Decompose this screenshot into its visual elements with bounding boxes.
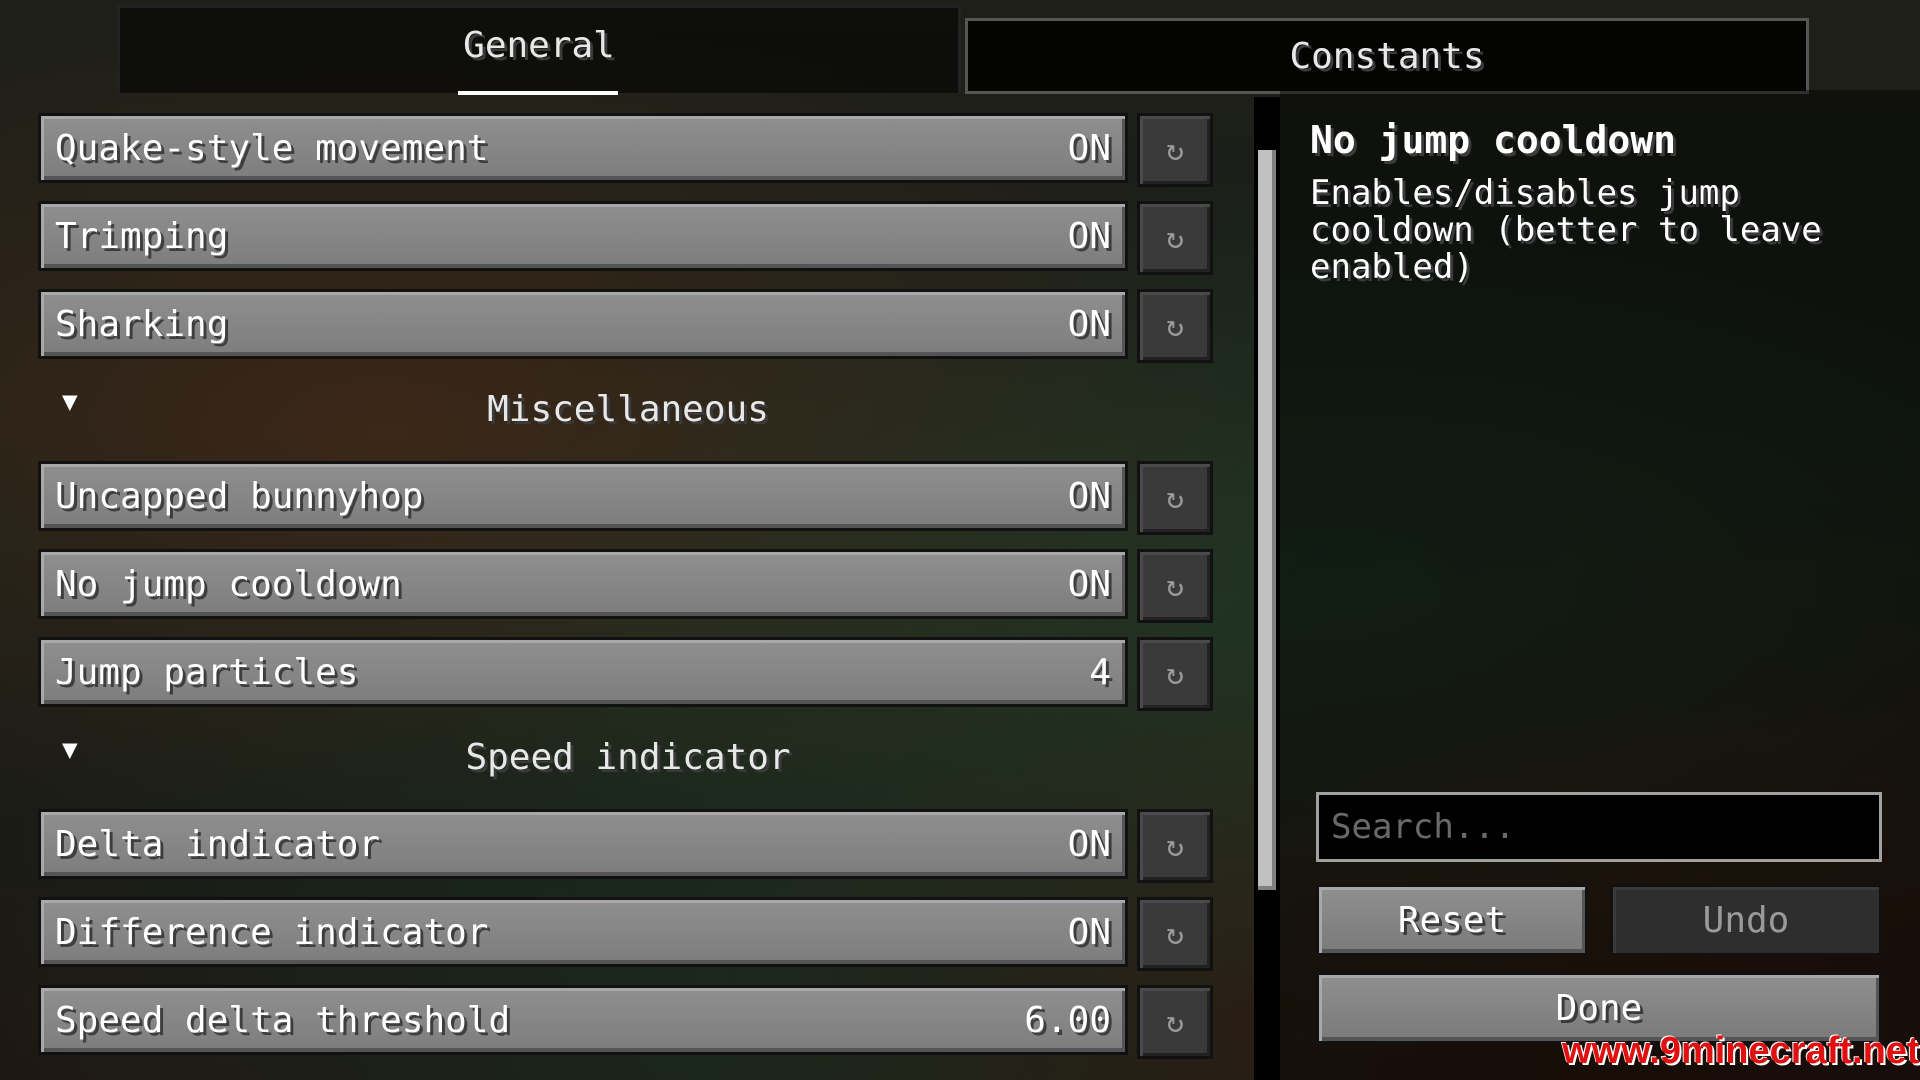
reset-icon[interactable]: ↻ bbox=[1137, 201, 1213, 275]
option-row: Difference indicator ON ↻ bbox=[38, 897, 1218, 971]
option-button[interactable]: Sharking ON bbox=[38, 289, 1128, 359]
option-label: Speed delta threshold bbox=[55, 1000, 511, 1041]
option-label: Trimping bbox=[55, 216, 229, 257]
description-title: No jump cooldown bbox=[1310, 118, 1677, 162]
option-value: 6.00 bbox=[1024, 1000, 1111, 1041]
option-value: ON bbox=[1067, 128, 1111, 169]
option-label: Uncapped bunnyhop bbox=[55, 476, 424, 517]
tab-general[interactable]: General bbox=[117, 5, 961, 95]
option-value: 4 bbox=[1089, 652, 1111, 693]
option-row: Sharking ON ↻ bbox=[38, 289, 1218, 363]
option-row: No jump cooldown ON ↻ bbox=[38, 549, 1218, 623]
option-label: Sharking bbox=[55, 304, 229, 345]
option-row: Uncapped bunnyhop ON ↻ bbox=[38, 461, 1218, 535]
option-row: Trimping ON ↻ bbox=[38, 201, 1218, 275]
reset-icon[interactable]: ↻ bbox=[1137, 113, 1213, 187]
category-header-speed-indicator[interactable]: ▼ Speed indicator bbox=[38, 731, 1218, 791]
option-button[interactable]: Uncapped bunnyhop ON bbox=[38, 461, 1128, 531]
option-row: Delta indicator ON ↻ bbox=[38, 809, 1218, 883]
tab-constants-label: Constants bbox=[1289, 35, 1485, 77]
option-value: ON bbox=[1067, 912, 1111, 953]
reset-icon[interactable]: ↻ bbox=[1137, 637, 1213, 711]
reset-icon[interactable]: ↻ bbox=[1137, 549, 1213, 623]
option-label: Delta indicator bbox=[55, 824, 381, 865]
option-row: Quake-style movement ON ↻ bbox=[38, 113, 1218, 187]
option-value: ON bbox=[1067, 216, 1111, 257]
option-button[interactable]: Quake-style movement ON bbox=[38, 113, 1128, 183]
reset-icon[interactable]: ↻ bbox=[1137, 985, 1213, 1059]
option-label: Difference indicator bbox=[55, 912, 489, 953]
option-label: Jump particles bbox=[55, 652, 359, 693]
option-label: Quake-style movement bbox=[55, 128, 489, 169]
option-value: ON bbox=[1067, 824, 1111, 865]
reset-icon[interactable]: ↻ bbox=[1137, 289, 1213, 363]
option-row: Speed delta threshold 6.00 ↻ bbox=[38, 985, 1218, 1059]
search-input[interactable] bbox=[1316, 792, 1882, 862]
option-button[interactable]: Jump particles 4 bbox=[38, 637, 1128, 707]
option-value: ON bbox=[1067, 564, 1111, 605]
reset-icon[interactable]: ↻ bbox=[1137, 809, 1213, 883]
tab-active-underline bbox=[458, 91, 618, 95]
option-value: ON bbox=[1067, 304, 1111, 345]
watermark: www.9minecraft.net bbox=[1562, 1030, 1920, 1072]
option-button[interactable]: Speed delta threshold 6.00 bbox=[38, 985, 1128, 1055]
scrollbar-thumb[interactable] bbox=[1258, 150, 1276, 890]
category-title: Speed indicator bbox=[465, 737, 791, 778]
description-body: Enables/disables jump cooldown (better t… bbox=[1310, 173, 1822, 287]
category-header-miscellaneous[interactable]: ▼ Miscellaneous bbox=[38, 383, 1218, 443]
option-value: ON bbox=[1067, 476, 1111, 517]
reset-icon[interactable]: ↻ bbox=[1137, 897, 1213, 971]
reset-button[interactable]: Reset bbox=[1316, 884, 1588, 956]
option-button[interactable]: Delta indicator ON bbox=[38, 809, 1128, 879]
category-title: Miscellaneous bbox=[487, 389, 769, 430]
option-row: Jump particles 4 ↻ bbox=[38, 637, 1218, 711]
option-button[interactable]: No jump cooldown ON bbox=[38, 549, 1128, 619]
option-button[interactable]: Trimping ON bbox=[38, 201, 1128, 271]
tab-general-label: General bbox=[463, 25, 615, 66]
option-label: No jump cooldown bbox=[55, 564, 402, 605]
option-button[interactable]: Difference indicator ON bbox=[38, 897, 1128, 967]
reset-icon[interactable]: ↻ bbox=[1137, 461, 1213, 535]
tab-constants[interactable]: Constants bbox=[965, 18, 1809, 94]
undo-button[interactable]: Undo bbox=[1610, 884, 1882, 956]
